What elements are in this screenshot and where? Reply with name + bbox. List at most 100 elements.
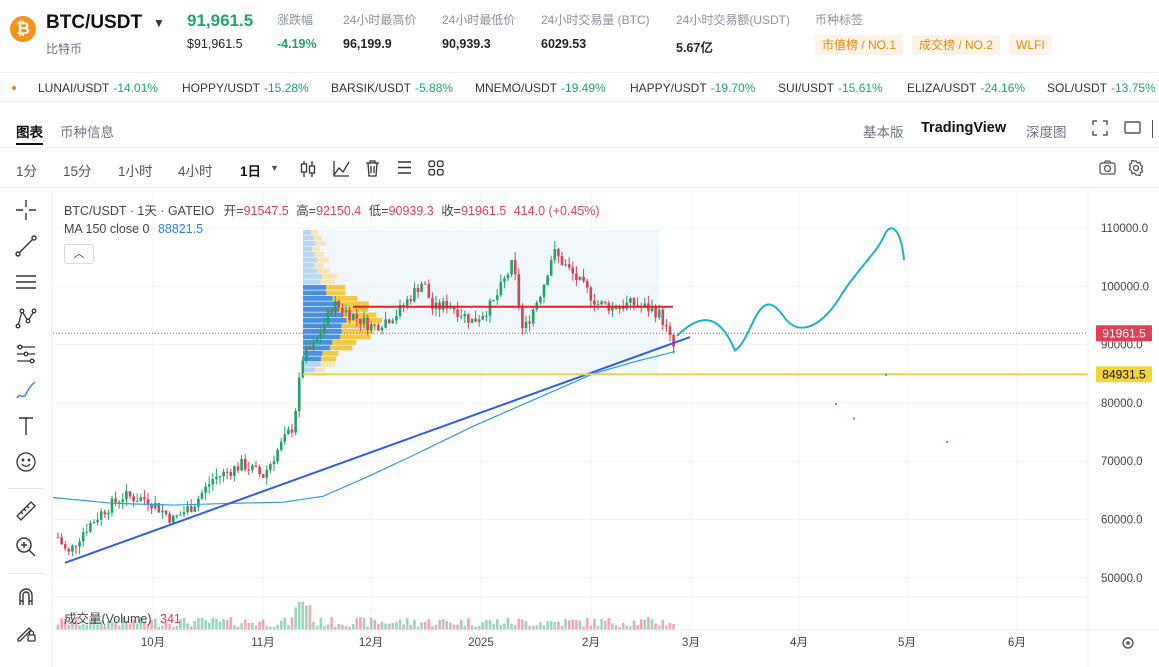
candle-body (189, 506, 193, 512)
candle-body (254, 465, 258, 467)
volume-profile-bar (326, 290, 346, 296)
candle-body (171, 515, 175, 523)
collapse-legend-button[interactable]: ︿ (64, 244, 94, 264)
volume-bar (521, 619, 524, 630)
candle-body (629, 298, 632, 303)
ticker-item[interactable]: MNEMO/USDT -19.49% (475, 81, 606, 95)
volume-profile-bar (317, 257, 329, 263)
pattern-icon[interactable] (12, 307, 40, 333)
rank-tag[interactable]: WLFI (1009, 35, 1052, 55)
volume-bar (665, 625, 668, 630)
freehand-dot (885, 373, 887, 376)
volume-bar (643, 619, 647, 630)
stat-value: 6029.53 (541, 37, 587, 51)
ticker-item[interactable]: HAPPY/USDT -19.70% (630, 81, 755, 95)
ticker-item[interactable]: ELIZA/USDT -24.16% (907, 81, 1025, 95)
volume-profile-bar (303, 274, 322, 279)
volume-bar (380, 621, 384, 630)
volume-bar (373, 619, 377, 630)
candle-body (603, 301, 607, 304)
candle-body (362, 317, 366, 325)
volume-bar (215, 618, 218, 630)
panel-icon[interactable] (1152, 120, 1159, 138)
volume-bar (297, 601, 301, 630)
volume-bar (308, 605, 312, 630)
candle-body (409, 299, 413, 302)
tab-basic[interactable]: 基本版 (863, 121, 904, 141)
ticker-dot-icon (12, 86, 16, 90)
candle-body (524, 321, 528, 329)
volume-bar (330, 617, 333, 630)
ticker-item[interactable]: SUI/USDT -15.61% (778, 81, 883, 95)
tab-depth[interactable]: 深度图 (1026, 121, 1067, 141)
candle-body (121, 499, 125, 503)
ticker-item[interactable]: HOPPY/USDT -15.28% (182, 81, 309, 95)
ticker-item[interactable]: BARSIK/USDT -5.88% (331, 81, 453, 95)
emoji-icon[interactable] (12, 451, 40, 477)
tab-coin-info[interactable]: 币种信息 (60, 121, 114, 141)
horizontal-lines-icon[interactable] (12, 271, 40, 297)
volume-bar (351, 623, 355, 630)
chevron-down-icon[interactable]: ▼ (270, 163, 279, 173)
zoom-in-icon[interactable] (12, 536, 40, 562)
settings-gear-icon[interactable] (1128, 159, 1144, 181)
ruler-icon[interactable] (12, 500, 40, 526)
volume-profile-bar (339, 301, 369, 307)
rank-tag[interactable]: 成交榜 / NO.2 (912, 35, 1001, 55)
brush-icon[interactable] (12, 379, 40, 405)
candle-body (92, 522, 96, 524)
chevron-down-icon[interactable]: ▼ (153, 16, 165, 30)
volume-bar (499, 625, 503, 630)
volume-profile-bar (332, 340, 357, 345)
volume-bar (539, 622, 542, 630)
indicators-icon[interactable] (333, 160, 350, 182)
ticker-item[interactable]: LUNAI/USDT -14.01% (38, 81, 158, 95)
volume-legend: 成交量(Volume) 341 (64, 608, 181, 627)
window-icon[interactable] (1124, 120, 1141, 140)
layout-grid-icon[interactable] (428, 160, 444, 181)
fullscreen-icon[interactable] (1092, 120, 1108, 141)
trend-line-icon[interactable] (12, 235, 40, 261)
volume-bar (265, 625, 269, 630)
volume-bar (661, 619, 665, 630)
candle-body (81, 532, 85, 542)
candle-body (643, 303, 647, 307)
timeframe-1m[interactable]: 1分 (16, 160, 37, 180)
legend-title: BTC/USDT · 1天 · GATEIO (64, 204, 215, 218)
text-icon[interactable] (12, 415, 40, 441)
last-price: 91,961.5 (187, 11, 254, 30)
candle-body (427, 284, 431, 299)
volume-bar (672, 624, 675, 630)
candle-body (337, 301, 341, 308)
volume-bar (333, 626, 337, 630)
fib-icon[interactable] (12, 343, 40, 369)
tab-tradingview[interactable]: TradingView (921, 120, 1006, 136)
candle-body (672, 334, 675, 347)
ticker-item[interactable]: SOL/USDT -13.75% (1047, 81, 1156, 95)
volume-bar (427, 619, 431, 630)
low-value: 90939.3 (388, 204, 434, 218)
crosshair-icon[interactable] (12, 199, 40, 225)
timeframe-1h[interactable]: 1小时 (118, 160, 153, 180)
list-icon[interactable] (397, 160, 412, 180)
timeframe-15m[interactable]: 15分 (63, 160, 92, 180)
price-chart[interactable]: 110000.0 100000.0 90000.0 80000.0 70000.0 600… (53, 190, 1159, 667)
lock-pencil-icon[interactable] (12, 621, 40, 647)
candle-body (60, 537, 63, 545)
candle-body (510, 260, 513, 275)
candle-body (319, 333, 323, 339)
candle-type-icon[interactable] (300, 160, 316, 183)
timeframe-1d[interactable]: 1日 (240, 160, 261, 180)
volume-bar (657, 625, 661, 630)
volume-profile-bar (303, 268, 318, 274)
pair-selector[interactable]: BTC/USDT (46, 12, 142, 34)
camera-icon[interactable] (1099, 160, 1116, 180)
volume-value: 341 (160, 612, 181, 626)
tab-chart[interactable]: 图表 (16, 121, 43, 145)
timeframe-4h[interactable]: 4小时 (178, 160, 213, 180)
rank-tag[interactable]: 市值榜 / NO.1 (815, 35, 904, 55)
candle-body (218, 476, 222, 478)
magnet-icon[interactable] (12, 585, 40, 611)
trash-icon[interactable] (365, 160, 380, 182)
candle-body (125, 491, 128, 500)
